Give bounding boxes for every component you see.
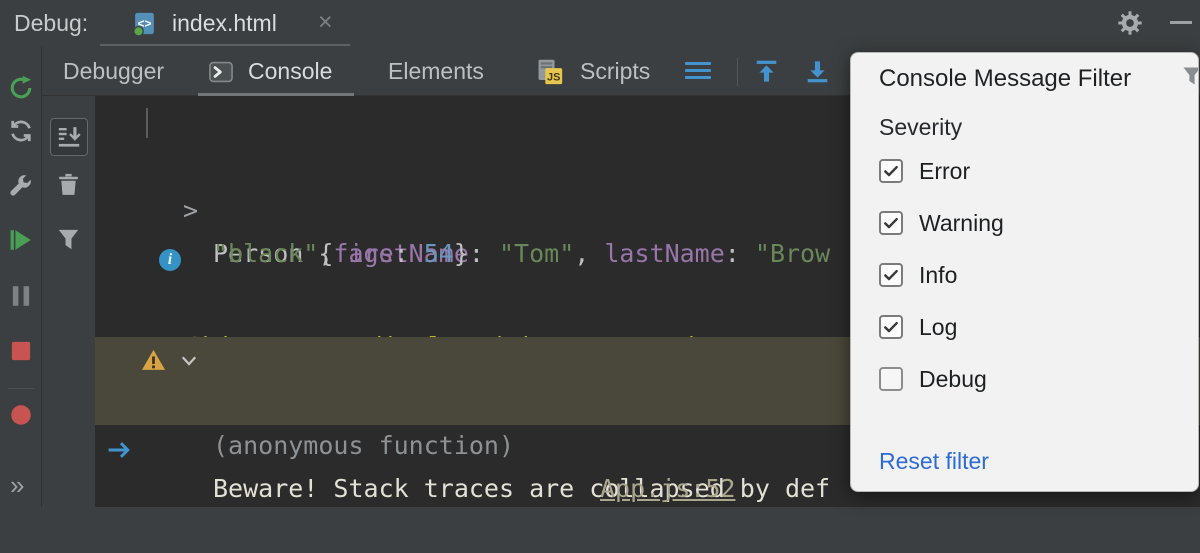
window-titlebar: Debug: <> index.html ×: [0, 0, 1200, 47]
console-text-segment: lastName: [604, 239, 724, 268]
filter-item-label: Debug: [919, 366, 987, 393]
severity-section-label: Severity: [879, 109, 962, 145]
minimize-icon[interactable]: [1170, 21, 1192, 24]
stack-trace-link[interactable]: App.js:52: [600, 467, 735, 510]
tab-console[interactable]: Console: [248, 47, 332, 96]
filter-console-icon[interactable]: [56, 227, 81, 252]
filter-item-warning[interactable]: Warning: [879, 197, 1169, 249]
console-text-segment: "black": [213, 239, 318, 268]
console-caret: [146, 108, 148, 138]
rerun-icon[interactable]: [8, 75, 34, 101]
up-stack-trace-icon[interactable]: [753, 58, 780, 85]
console-text-segment: ,: [318, 239, 348, 268]
console-action-bar: [42, 96, 95, 507]
filter-item-label: Info: [919, 262, 957, 289]
popup-filter-icon: [1181, 65, 1199, 87]
console-object-row: > Person {firstName: "Tom", lastName: "B…: [95, 146, 155, 189]
layout-options-icon[interactable]: [685, 62, 711, 83]
filter-item-label: Warning: [919, 210, 1004, 237]
checkbox-checked[interactable]: [879, 315, 903, 339]
console-text-segment: :: [394, 239, 424, 268]
filter-item-log[interactable]: Log: [879, 301, 1169, 353]
checkbox-checked[interactable]: [879, 263, 903, 287]
filter-item-error[interactable]: Error: [879, 145, 1169, 197]
tab-scripts[interactable]: Scripts: [580, 47, 650, 96]
resume-icon[interactable]: [8, 227, 34, 253]
scroll-to-end-button[interactable]: [50, 118, 88, 156]
checkbox-unchecked[interactable]: [879, 367, 903, 391]
console-tab-icon: [208, 59, 234, 85]
left-toolbar-separator: [8, 388, 34, 389]
tab-elements[interactable]: Elements: [388, 47, 484, 96]
object-line-2: "black", age: 54}: [213, 232, 469, 275]
tab-debugger[interactable]: Debugger: [63, 47, 164, 96]
toolbar-separator: [737, 58, 738, 86]
filter-item-label: Log: [919, 314, 957, 341]
down-stack-trace-icon[interactable]: [804, 58, 831, 85]
severity-filter-list: Error Warning Info Log Debug: [879, 145, 1169, 405]
tab-close-icon[interactable]: ×: [318, 0, 333, 47]
scripts-tab-icon: JS: [536, 58, 563, 85]
hidden-actions-chevron[interactable]: »: [10, 472, 22, 498]
popup-title: Console Message Filter: [879, 57, 1131, 101]
reset-filter-link[interactable]: Reset filter: [879, 443, 989, 479]
console-text-segment: age: [348, 239, 393, 268]
scroll-to-end-icon: [57, 125, 81, 149]
mute-breakpoints-icon[interactable]: [8, 402, 34, 428]
stop-icon[interactable]: [8, 338, 34, 364]
console-text-segment: "Tom": [499, 239, 574, 268]
console-text-segment: ,: [574, 239, 604, 268]
tab-underline: [100, 44, 350, 46]
console-text-segment: }: [454, 239, 469, 268]
console-text-segment: :: [725, 239, 755, 268]
html-file-icon: <>: [132, 11, 157, 36]
wrench-icon[interactable]: [8, 172, 34, 198]
console-text-segment: :: [469, 239, 499, 268]
console-object-row-wrap: "black", age: 54}: [95, 189, 155, 232]
file-tab-title: index.html: [172, 0, 277, 47]
expand-object-chevron[interactable]: >: [183, 189, 198, 232]
info-icon: i: [159, 249, 181, 271]
checkbox-checked[interactable]: [879, 159, 903, 183]
clear-console-icon[interactable]: [56, 172, 81, 197]
debug-label: Debug:: [14, 0, 88, 47]
checkbox-checked[interactable]: [879, 211, 903, 235]
console-log-row: Tom Brown with black eyes is 54 years ol…: [95, 289, 155, 332]
console-info-row: i Objects are displayed in a tree view: [95, 239, 155, 282]
console-text-segment: "Brow: [755, 239, 830, 268]
console-prompt-arrow-icon: [107, 440, 133, 460]
console-text-segment: 54: [424, 239, 454, 268]
filter-item-info[interactable]: Info: [879, 249, 1169, 301]
left-toolbar: [0, 47, 42, 507]
collapse-stack-chevron-icon[interactable]: [179, 351, 199, 371]
pause-icon[interactable]: [8, 283, 34, 309]
filter-item-debug[interactable]: Debug: [879, 353, 1169, 405]
gear-icon[interactable]: [1116, 9, 1144, 37]
warning-message: Beware! Stack traces are collapsed by de…: [213, 467, 830, 510]
filter-item-label: Error: [919, 158, 970, 185]
console-filter-popup: Console Message Filter Severity Error War…: [850, 52, 1199, 492]
warning-icon: [141, 348, 166, 373]
svg-text:JS: JS: [547, 71, 560, 83]
refresh-icon[interactable]: [8, 118, 34, 144]
